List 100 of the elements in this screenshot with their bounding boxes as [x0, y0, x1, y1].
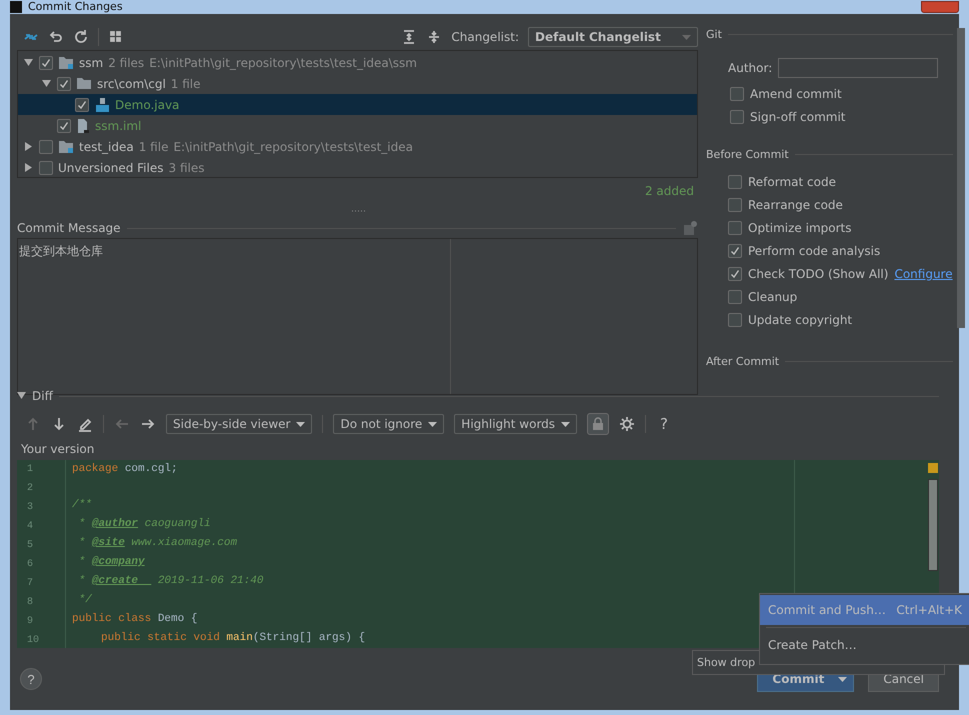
checkbox[interactable] [728, 244, 742, 258]
checkbox[interactable] [39, 56, 53, 70]
file-name: test_idea [79, 140, 134, 154]
file-icon [76, 118, 90, 134]
caret-icon [682, 34, 691, 40]
grid-icon[interactable] [108, 29, 124, 45]
file-count: 3 files [168, 160, 204, 174]
option-label: Update copyright [748, 312, 852, 326]
code-line: */ [78, 593, 92, 608]
lock-icon [592, 417, 604, 431]
option-label: Reformat code [748, 174, 836, 188]
option-label: Sign-off commit [750, 110, 846, 124]
tree-row[interactable]: test_idea 1 file E:\initPath\git_repository\tests\test_idea [18, 136, 697, 157]
caret-icon [296, 422, 306, 426]
code-line: * @create 2019-11-06 21:40 [78, 574, 264, 589]
option-label: Cleanup [748, 290, 798, 304]
ignore-dropdown[interactable]: Do not ignore [333, 414, 444, 434]
viewer-dropdown[interactable]: Side-by-side viewer [166, 414, 312, 434]
folder-icon [76, 77, 92, 90]
checkbox[interactable] [39, 160, 53, 174]
lock-button[interactable] [587, 413, 610, 435]
checkbox[interactable] [39, 140, 53, 154]
collapsed-arrow-icon[interactable] [24, 142, 32, 150]
tree-row[interactable]: Unversioned Files 3 files [18, 157, 697, 178]
pencil-icon[interactable] [77, 416, 93, 432]
option-label: Amend commit [750, 86, 842, 100]
checkbox[interactable] [730, 86, 744, 100]
code-line: public class Demo { [72, 612, 198, 627]
checkbox[interactable] [728, 174, 742, 188]
file-path: E:\initPath\git_repository\tests\test_idea\ssm [149, 56, 417, 70]
splitter-handle[interactable] [350, 209, 364, 213]
tree-row[interactable]: ssm.iml [18, 115, 697, 136]
line-number: 6 [26, 558, 34, 572]
tree-row[interactable]: src\com\cgl 1 file [18, 73, 697, 94]
option-label: Rearrange code [748, 198, 843, 212]
checkbox[interactable] [728, 198, 742, 212]
checkbox[interactable] [728, 220, 742, 234]
line-number: 8 [26, 596, 34, 610]
checkbox[interactable] [728, 290, 742, 304]
expanded-arrow-icon[interactable] [17, 391, 26, 400]
author-label: Author: [728, 61, 772, 75]
tree-row[interactable]: ssm 2 files E:\initPath\git_repository\tests\test_idea\ssm [18, 52, 697, 73]
file-name: src\com\cgl [97, 76, 166, 90]
file-path: E:\initPath\git_repository\tests\test_idea [173, 140, 413, 154]
settings-icon[interactable] [619, 416, 636, 432]
code-line: * @author caoguangli [78, 517, 211, 532]
author-field[interactable] [778, 58, 938, 78]
configure-link[interactable]: Configure [894, 266, 953, 280]
scrollbar[interactable] [928, 479, 938, 571]
code-line: public static void main(String[] args) { [101, 631, 366, 646]
code-line: * @site www.xiaomage.com [78, 536, 238, 551]
added-count: 2 added [644, 184, 694, 198]
code-line: /** [72, 498, 92, 513]
checkbox[interactable] [728, 312, 742, 326]
line-number: 5 [26, 539, 34, 553]
collapsed-arrow-icon[interactable] [24, 162, 32, 172]
help-button[interactable]: ? [656, 415, 672, 433]
checkbox[interactable] [57, 76, 71, 90]
refresh-icon[interactable] [73, 29, 89, 45]
caret-icon [428, 422, 438, 426]
changelist-label: Changelist: [451, 30, 519, 44]
section-title: Commit Message [17, 221, 121, 235]
file-name: ssm [79, 56, 104, 70]
expanded-arrow-icon[interactable] [42, 78, 50, 88]
scrollbar[interactable] [956, 28, 965, 328]
line-number: 1 [26, 463, 34, 477]
tree-row[interactable]: Demo.java [18, 94, 697, 115]
line-number: 9 [26, 615, 34, 629]
expanded-arrow-icon[interactable] [24, 58, 32, 66]
file-count: 1 file [170, 76, 201, 90]
warning-marker [928, 463, 938, 473]
folder-icon [58, 56, 74, 70]
line-number: 7 [26, 577, 34, 591]
line-number: 2 [26, 482, 34, 496]
checkbox[interactable] [75, 98, 89, 112]
checkbox[interactable] [57, 118, 71, 132]
file-count: 1 file [138, 140, 168, 154]
option-label: Optimize imports [748, 220, 852, 234]
section-title: Git [706, 28, 722, 40]
changelist-dropdown[interactable]: Default Changelist [528, 27, 698, 47]
checkbox[interactable] [730, 110, 744, 124]
window-title: Commit Changes [28, 0, 123, 14]
file-count: 2 files [108, 56, 144, 70]
java-file-icon [94, 96, 110, 112]
version-label: Your version [20, 442, 96, 458]
section-title: Before Commit [706, 148, 789, 160]
checkbox[interactable] [728, 266, 742, 280]
file-name: Demo.java [115, 98, 180, 112]
option-label: Check TODO (Show All) [748, 266, 888, 280]
file-name: ssm.iml [95, 118, 142, 132]
file-name: Unversioned Files [58, 160, 164, 174]
undo-icon[interactable] [48, 29, 64, 45]
folder-icon [58, 140, 74, 154]
section-title: After Commit [706, 354, 780, 368]
line-number: 4 [26, 520, 34, 534]
caret-icon [561, 422, 570, 426]
highlight-dropdown[interactable]: Highlight words [454, 414, 578, 434]
code-line: package com.cgl; [72, 462, 178, 477]
app-icon [10, 1, 22, 13]
help-button[interactable]: ? [20, 668, 42, 690]
